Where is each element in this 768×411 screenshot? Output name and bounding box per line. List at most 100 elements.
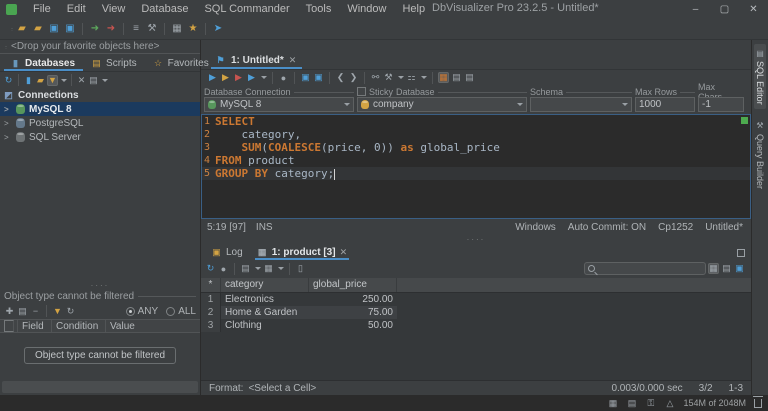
code-line[interactable]: 5GROUP BY category; xyxy=(202,167,750,180)
line-separator[interactable]: Windows xyxy=(515,222,556,233)
row-number[interactable]: 2 xyxy=(201,306,221,319)
sql-tab-close-icon[interactable]: ✕ xyxy=(289,55,297,66)
toggle-grid-view-icon[interactable]: ▦ xyxy=(708,263,719,274)
save-sql-as-icon[interactable]: ▣ xyxy=(313,72,324,83)
format-sql-icon[interactable]: ▤ xyxy=(451,72,462,83)
menu-database[interactable]: Database xyxy=(133,3,196,15)
connection-sqlserver[interactable]: > SQL Server xyxy=(0,130,200,144)
menu-tools[interactable]: Tools xyxy=(298,3,340,15)
autocommit-status[interactable]: Auto Commit: ON xyxy=(568,222,646,233)
export-chevron-icon[interactable] xyxy=(255,267,261,270)
tree-options-chevron-icon[interactable] xyxy=(102,79,108,82)
sql-wizard-icon[interactable]: ⚒ xyxy=(383,72,394,83)
code-line[interactable]: 1SELECT xyxy=(202,115,750,128)
menu-help[interactable]: Help xyxy=(394,3,433,15)
left-splitter-handle[interactable]: ···· xyxy=(0,283,200,290)
comment-toggle-icon[interactable]: ▦ xyxy=(438,72,449,83)
objects-tree-icon[interactable]: ≡ xyxy=(129,22,143,36)
stop-icon[interactable]: ● xyxy=(278,72,289,83)
open-recent-icon[interactable]: ▰ xyxy=(31,22,45,36)
grid-status-icon[interactable]: ▦ xyxy=(607,398,618,409)
view-mode-icon[interactable]: ▦ xyxy=(263,263,274,274)
favorites-grip[interactable]: ⋮⋮ xyxy=(2,45,7,49)
copy-filter-icon[interactable]: ▤ xyxy=(17,306,28,317)
tab-databases[interactable]: ▮ Databases xyxy=(4,54,83,71)
save-icon[interactable]: ▣ xyxy=(47,22,61,36)
cell-category[interactable]: Electronics xyxy=(221,294,309,305)
tab-sql-untitled[interactable]: ⚑ 1: Untitled* ✕ xyxy=(211,55,302,69)
sql-editor[interactable]: 1SELECT2 category,3 SUM(COALESCE(price, … xyxy=(201,114,751,219)
permalink-icon[interactable]: ⚯ xyxy=(370,72,381,83)
table-row[interactable]: 1Electronics250.00 xyxy=(201,293,397,306)
format-value[interactable]: <Select a Cell> xyxy=(248,383,316,394)
column-header-category[interactable]: category xyxy=(221,278,309,292)
export-icon[interactable]: ▤ xyxy=(240,263,251,274)
filter-col-field[interactable]: Field xyxy=(18,320,52,332)
snippets-icon[interactable]: ▤ xyxy=(464,72,475,83)
add-filter-icon[interactable]: ✚ xyxy=(4,306,15,317)
connection-mysql8[interactable]: > MySQL 8 xyxy=(0,102,200,116)
execute-menu-chevron-icon[interactable] xyxy=(261,76,267,79)
connection-postgresql[interactable]: > PostgreSQL xyxy=(0,116,200,130)
expand-arrow-icon[interactable]: > xyxy=(4,119,12,128)
sticky-checkbox[interactable] xyxy=(357,87,366,96)
toggle-form-view-icon[interactable]: ▣ xyxy=(734,263,745,274)
menu-file[interactable]: File xyxy=(25,3,59,15)
filter-select-all-checkbox[interactable] xyxy=(4,320,14,332)
table-row[interactable]: 3Clothing50.00 xyxy=(201,319,397,332)
cell-global-price[interactable]: 50.00 xyxy=(309,320,397,331)
window-maximize-button[interactable]: ▢ xyxy=(710,0,739,18)
variables-icon[interactable]: ⚏ xyxy=(406,72,417,83)
toolbar-grip[interactable]: ⋮⋮ xyxy=(8,27,13,31)
save-as-icon[interactable]: ▣ xyxy=(63,22,77,36)
toggle-text-view-icon[interactable]: ▤ xyxy=(721,263,732,274)
disconnect-icon[interactable]: ➜ xyxy=(104,22,118,36)
table-row[interactable]: 2Home & Garden75.00 xyxy=(201,306,397,319)
encoding-status[interactable]: Cp1252 xyxy=(658,222,693,233)
grid-search-box[interactable] xyxy=(584,262,706,275)
menu-view[interactable]: View xyxy=(94,3,134,15)
code-line[interactable]: 2 category, xyxy=(202,128,750,141)
expand-arrow-icon[interactable]: > xyxy=(4,105,12,114)
window-minimize-button[interactable]: – xyxy=(681,0,710,18)
schema-select[interactable] xyxy=(530,97,632,112)
panel-restore-icon[interactable] xyxy=(737,249,745,257)
warning-status-icon[interactable]: △ xyxy=(664,398,675,409)
new-connection-icon[interactable]: ▮ xyxy=(23,75,34,86)
database-select[interactable]: company xyxy=(357,97,527,112)
connections-header[interactable]: ◩ Connections xyxy=(0,88,200,102)
bookmark-icon[interactable]: ★ xyxy=(186,22,200,36)
grid-search-input[interactable] xyxy=(598,263,702,274)
insert-mode[interactable]: INS xyxy=(256,222,273,233)
grid-corner-cell[interactable]: * xyxy=(201,278,221,292)
delete-rows-icon[interactable]: ▯ xyxy=(295,263,306,274)
execute-current-icon[interactable]: ▶ xyxy=(220,72,231,83)
radio-any[interactable]: ANY xyxy=(126,306,159,317)
column-header-global-price[interactable]: global_price xyxy=(309,278,397,292)
filter-col-condition[interactable]: Condition xyxy=(52,320,106,332)
execute-menu-icon[interactable]: ▶ xyxy=(246,72,257,83)
sql-wizard-chevron-icon[interactable] xyxy=(398,76,404,79)
row-number[interactable]: 1 xyxy=(201,293,221,306)
collapse-all-icon[interactable]: ✕ xyxy=(76,75,87,86)
tab-result-product[interactable]: ▦ 1: product [3] ✕ xyxy=(255,247,349,260)
menu-sql-commander[interactable]: SQL Commander xyxy=(196,3,297,15)
save-sql-icon[interactable]: ▣ xyxy=(300,72,311,83)
next-statement-icon[interactable]: ❯ xyxy=(348,72,359,83)
memory-indicator[interactable]: 154M of 2048M xyxy=(683,398,746,408)
remove-filter-icon[interactable]: − xyxy=(30,306,41,317)
row-number[interactable]: 3 xyxy=(201,319,221,332)
cell-global-price[interactable]: 75.00 xyxy=(309,307,397,318)
menu-window[interactable]: Window xyxy=(339,3,394,15)
tree-options-icon[interactable]: ▤ xyxy=(88,75,99,86)
pointer-tool-icon[interactable]: ➤ xyxy=(211,22,225,36)
previous-statement-icon[interactable]: ❮ xyxy=(335,72,346,83)
results-splitter-handle[interactable]: ···· xyxy=(201,237,751,244)
database-connection-select[interactable]: MySQL 8 xyxy=(204,97,354,112)
cell-category[interactable]: Home & Garden xyxy=(221,307,309,318)
stop-result-icon[interactable]: ● xyxy=(218,263,229,274)
driver-manager-icon[interactable]: ⚒ xyxy=(145,22,159,36)
window-close-button[interactable]: ✕ xyxy=(739,0,768,18)
log-status-icon[interactable]: ▤ xyxy=(626,398,637,409)
filter-hscrollbar[interactable] xyxy=(2,381,198,393)
